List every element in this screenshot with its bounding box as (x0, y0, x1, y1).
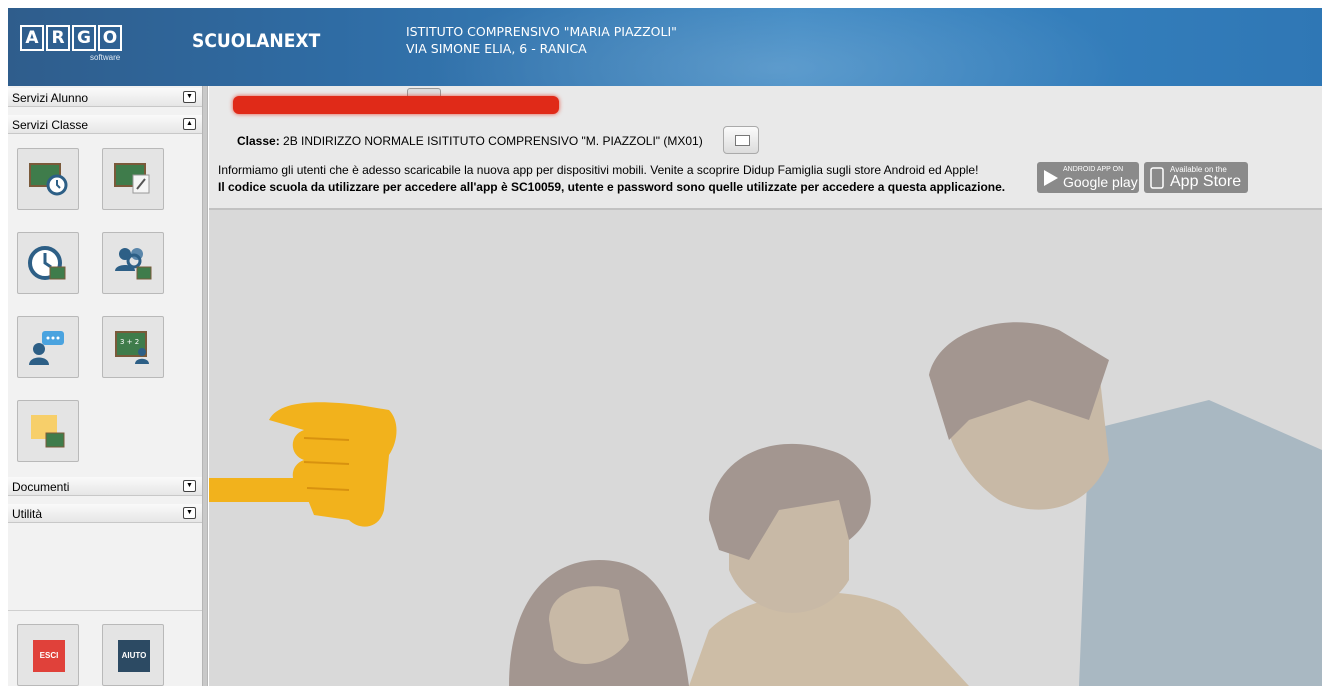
classroom-clock-tile[interactable] (17, 148, 79, 210)
phone-icon (1150, 167, 1164, 189)
blackboard-student-icon: 3 + 2 (115, 331, 149, 364)
printer-icon (735, 135, 750, 146)
institute-info: ISTITUTO COMPRENSIVO "MARIA PIAZZOLI" VI… (406, 23, 677, 57)
accordion-label: Servizi Classe (12, 118, 89, 132)
info-message-code: Il codice scuola da utilizzare per acced… (218, 180, 1006, 194)
logo-letter: G (72, 25, 96, 51)
argo-logo[interactable]: A R G O (20, 25, 122, 51)
teacher-message-icon (29, 331, 64, 365)
teacher-message-tile[interactable] (17, 316, 79, 378)
help-label: AIUTO (118, 640, 150, 672)
class-label: Classe: (237, 134, 280, 148)
class-info: Classe: 2B INDIRIZZO NORMALE ISITITUTO C… (237, 134, 703, 148)
classroom-edit-icon (114, 163, 150, 194)
students-search-icon (115, 248, 152, 280)
info-message: Informiamo gli utenti che è adesso scari… (218, 163, 979, 177)
accordion-servizi-classe[interactable]: Servizi Classe ▲ (8, 115, 202, 134)
exit-button[interactable]: ESCI (17, 624, 79, 686)
accordion-label: Servizi Alunno (12, 91, 89, 105)
google-play-text: Google play (1063, 174, 1138, 190)
app-store-badge[interactable]: Available on the App Store (1144, 162, 1248, 193)
class-value: 2B INDIRIZZO NORMALE ISITITUTO COMPRENSI… (283, 134, 703, 148)
redacted-user-name (233, 96, 559, 114)
people-illustration (209, 210, 1322, 686)
accordion-servizi-alunno[interactable]: Servizi Alunno ▼ (8, 88, 202, 107)
logo-letter: A (20, 25, 44, 51)
classroom-edit-tile[interactable] (102, 148, 164, 210)
collapse-icon[interactable]: ▲ (183, 118, 196, 130)
accordion-label: Documenti (12, 480, 70, 494)
sidebar-separator (8, 610, 202, 611)
blackboard-student-tile[interactable]: 3 + 2 (102, 316, 164, 378)
app-store-text: App Store (1170, 173, 1242, 190)
app-header: A R G O software SCUOLANEXT ISTITUTO COM… (8, 8, 1322, 86)
classroom-clock-icon (29, 163, 68, 196)
expand-icon[interactable]: ▼ (183, 507, 196, 519)
google-play-badge[interactable]: ANDROID APP ON Google play (1037, 162, 1139, 193)
product-name: SCUOLANEXT (192, 30, 321, 52)
expand-icon[interactable]: ▼ (183, 480, 196, 492)
accordion-documenti[interactable]: Documenti ▼ (8, 477, 202, 496)
notes-board-icon (31, 415, 65, 448)
notes-board-tile[interactable] (17, 400, 79, 462)
accordion-label: Utilità (12, 507, 43, 521)
sidebar-splitter[interactable] (202, 86, 208, 686)
institute-name: ISTITUTO COMPRENSIVO "MARIA PIAZZOLI" (406, 24, 677, 39)
help-button[interactable]: AIUTO (102, 624, 164, 686)
google-play-small-text: ANDROID APP ON (1063, 166, 1124, 173)
timetable-clock-icon (28, 246, 66, 280)
google-play-icon (1044, 170, 1058, 186)
timetable-clock-tile[interactable] (17, 232, 79, 294)
logo-letter: R (46, 25, 70, 51)
students-search-tile[interactable] (102, 232, 164, 294)
background-illustration (209, 210, 1322, 686)
sidebar: Servizi Alunno ▼ Servizi Classe ▲ 3 + 2 … (8, 86, 202, 686)
expand-icon[interactable]: ▼ (183, 91, 196, 103)
exit-label: ESCI (33, 640, 65, 672)
svg-text:3 + 2: 3 + 2 (120, 338, 139, 346)
logo-subtitle: software (90, 53, 121, 62)
print-button[interactable] (723, 126, 759, 154)
accordion-utilita[interactable]: Utilità ▼ (8, 504, 202, 523)
info-bar: Classe: 2B INDIRIZZO NORMALE ISITITUTO C… (209, 86, 1322, 210)
logo-letter: O (98, 25, 122, 51)
institute-address: VIA SIMONE ELIA, 6 - RANICA (406, 41, 587, 56)
